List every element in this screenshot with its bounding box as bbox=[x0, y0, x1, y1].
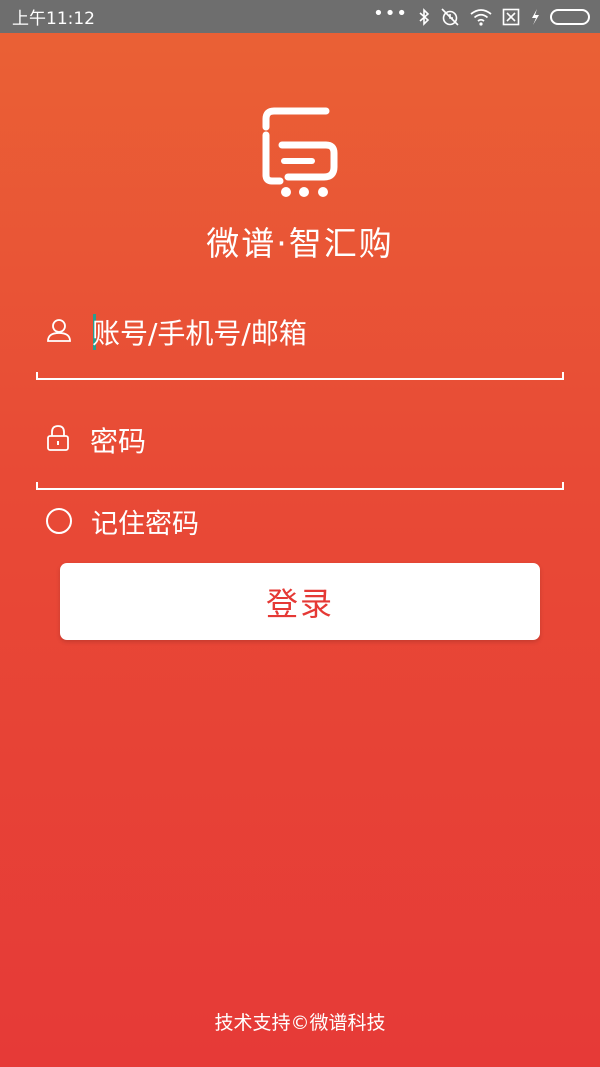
remember-password-option[interactable]: 记住密码 bbox=[46, 503, 199, 540]
footer-credit: 技术支持©微谱科技 bbox=[214, 1012, 386, 1034]
username-placeholder: 账号/手机号/邮箱 bbox=[92, 317, 307, 350]
cart-logo-icon bbox=[260, 105, 340, 203]
password-field[interactable]: 密码 bbox=[36, 410, 564, 470]
wifi-icon bbox=[470, 8, 492, 26]
remember-password-label: 记住密码 bbox=[91, 508, 199, 540]
status-bar: 上午11:12 ••• bbox=[0, 0, 600, 33]
alarm-off-icon bbox=[440, 7, 460, 27]
more-dots-icon: ••• bbox=[373, 2, 408, 24]
password-underline bbox=[36, 482, 564, 490]
battery-icon bbox=[550, 8, 590, 25]
brand-name: 微谱·智汇购 bbox=[206, 224, 394, 263]
charging-icon bbox=[530, 8, 540, 26]
sim-off-icon bbox=[502, 8, 520, 26]
brand-block: 微谱·智汇购 bbox=[0, 105, 600, 265]
username-underline bbox=[36, 372, 564, 380]
status-icons: ••• bbox=[373, 2, 590, 27]
bluetooth-icon bbox=[418, 7, 430, 26]
status-time: 上午11:12 bbox=[12, 9, 95, 29]
user-icon bbox=[46, 317, 72, 347]
lock-icon bbox=[46, 424, 70, 456]
password-placeholder: 密码 bbox=[90, 425, 147, 458]
username-field[interactable]: 账号/手机号/邮箱 bbox=[36, 302, 564, 362]
login-button[interactable]: 登录 bbox=[60, 563, 540, 640]
remember-password-radio[interactable] bbox=[46, 508, 72, 534]
